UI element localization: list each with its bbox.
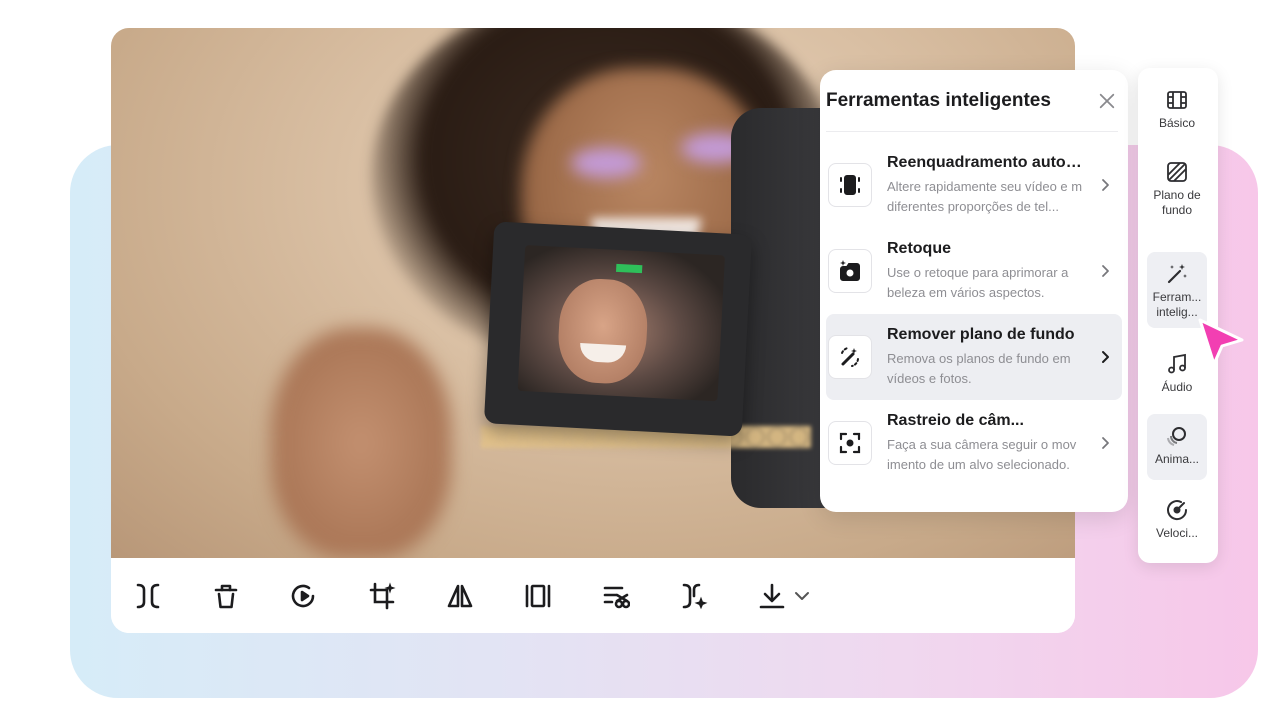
crop-icon[interactable] [367, 578, 397, 614]
preview-mini-face [556, 276, 650, 386]
delete-icon[interactable] [211, 578, 241, 614]
preview-camera-screen-frame [483, 221, 753, 437]
chevron-right-icon [1102, 265, 1109, 277]
rail-item-basic[interactable]: Básico [1147, 84, 1207, 136]
rail-label: Anima... [1154, 452, 1199, 466]
tool-name: Remover plano de fundo [887, 325, 1075, 343]
tool-description: Altere rapidamente seu vídeo e m diferen… [887, 178, 1083, 214]
tool-name: Retoque [887, 239, 951, 257]
tool-item-remove-background[interactable]: Remover plano de fundo Remova os planos … [826, 314, 1122, 400]
tool-text: Remover plano de fundo Remova os planos … [887, 326, 1092, 389]
preview-rec-badge [615, 263, 643, 274]
freeze-frame-icon[interactable] [523, 578, 553, 614]
split-icon[interactable] [133, 578, 163, 614]
music-note-icon [1168, 353, 1186, 374]
tool-description: Use o retoque para aprimorar a beleza em… [887, 264, 1069, 300]
preview-hand [271, 328, 451, 558]
chevron-down-icon[interactable] [793, 587, 811, 605]
tool-description: Faça a sua câmera seguir o mov imento de… [887, 436, 1077, 472]
tool-name: Reenquadramento autom... [887, 153, 1092, 171]
remove-background-icon [828, 335, 872, 379]
magic-wand-icon [1167, 264, 1187, 284]
smart-tools-panel: Ferramentas inteligentes Reenquadramento… [820, 70, 1128, 512]
chevron-right-icon [1102, 179, 1109, 191]
speed-icon [1167, 500, 1188, 521]
close-icon[interactable] [1096, 90, 1118, 112]
tool-item-camera-tracking[interactable]: Rastreio de câm... Faça a sua câmera seg… [826, 400, 1122, 486]
rail-label: Básico [1158, 116, 1196, 130]
rail-item-background[interactable]: Plano de fundo [1147, 156, 1207, 240]
chevron-right-icon [1102, 437, 1109, 449]
mirror-icon[interactable] [445, 578, 475, 614]
reframe-icon [828, 163, 872, 207]
download-icon[interactable] [757, 578, 787, 614]
rail-item-animation[interactable]: Anima... [1147, 414, 1207, 480]
tool-description: Remova os planos de fundo em vídeos e fo… [887, 350, 1071, 386]
tool-name: Rastreio de câm... [887, 411, 1024, 429]
panel-header: Ferramentas inteligentes [826, 70, 1118, 132]
rail-label: Veloci... [1155, 526, 1199, 540]
tool-text: Retoque Use o retoque para aprimorar a b… [887, 240, 1092, 303]
panel-title: Ferramentas inteligentes [826, 89, 1051, 111]
tool-item-retouch[interactable]: Retoque Use o retoque para aprimorar a b… [826, 228, 1122, 314]
rail-item-speed[interactable]: Veloci... [1147, 496, 1207, 548]
rail-label: Plano de fundo [1153, 188, 1201, 217]
preview-eye [571, 148, 641, 178]
smart-split-icon[interactable] [679, 578, 709, 614]
tool-text: Rastreio de câm... Faça a sua câmera seg… [887, 412, 1092, 475]
retouch-icon [828, 249, 872, 293]
remove-audio-icon[interactable] [601, 578, 631, 614]
cursor-arrow-icon [1198, 318, 1244, 366]
preview-camera-screen [517, 245, 725, 402]
edit-toolbar [111, 558, 1075, 633]
film-icon [1167, 91, 1187, 109]
rail-label: Áudio [1161, 380, 1193, 394]
replay-icon[interactable] [289, 578, 319, 614]
chevron-right-icon [1102, 351, 1109, 363]
animation-icon [1167, 427, 1186, 446]
camera-tracking-icon [828, 421, 872, 465]
tool-text: Reenquadramento autom... Altere rapidame… [887, 154, 1092, 217]
export-group[interactable] [757, 578, 811, 614]
tool-item-reframe[interactable]: Reenquadramento autom... Altere rapidame… [826, 142, 1122, 228]
background-icon [1167, 162, 1187, 182]
editor-stage: Ferramentas inteligentes Reenquadramento… [0, 0, 1280, 720]
tool-list: Reenquadramento autom... Altere rapidame… [826, 132, 1122, 486]
